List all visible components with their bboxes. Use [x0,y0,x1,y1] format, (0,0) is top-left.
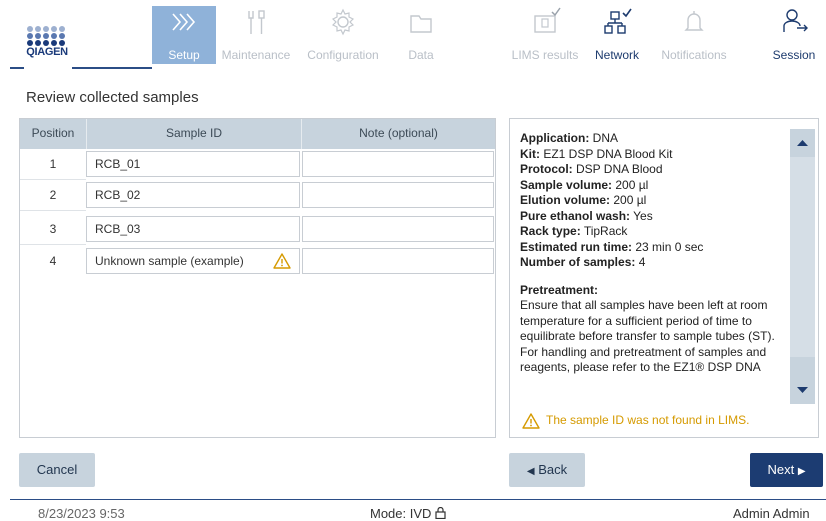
row-position: 1 [49,157,57,171]
qiagen-logo: QIAGEN [24,26,70,60]
sample-id-field[interactable]: RCB_03 [86,216,300,242]
application-line: Application: DNA [520,131,619,145]
table-row: 4 Unknown sample (example) [20,246,495,276]
note-field[interactable] [302,151,494,177]
samples-table: Position Sample ID Note (optional) 1 RCB… [19,118,496,438]
protocol-line: Protocol: DSP DNA Blood [520,162,663,176]
cancel-label: Cancel [36,462,78,477]
row-position: 2 [49,188,57,202]
nav-maintenance-label: Maintenance [221,48,291,62]
back-button[interactable]: ◀ Back [509,453,585,487]
header-line-left [10,67,24,69]
bell-icon [684,11,704,31]
protocol-info-panel: Application: DNA Kit: EZ1 DSP DNA Blood … [509,118,819,438]
footer-datetime: 8/23/2023 9:53 [38,506,125,521]
next-label: Next [767,462,795,477]
nav-notifications[interactable]: Notifications [654,6,734,64]
nav-data[interactable]: Data [396,6,446,64]
run-time-line: Estimated run time: 23 min 0 sec [520,239,704,254]
rack-type-line: Rack type: TipRack [520,224,628,238]
table-row: 1 RCB_01 [20,149,495,179]
nav-notifications-label: Notifications [661,48,727,62]
row-divider [20,244,86,245]
top-bar: QIAGEN Setup Maintenance Configuration D… [0,0,826,70]
header-sample-id: Sample ID [165,126,223,140]
table-row: 3 RCB_03 [20,214,495,244]
row-position: 4 [49,254,57,268]
nav-lims-results-label: LIMS results [511,48,579,62]
nav-setup-label: Setup [168,48,200,62]
row-position: 3 [49,222,57,236]
nav-configuration-label: Configuration [307,48,379,62]
caret-right-icon: ▶ [797,466,806,477]
nav-configuration[interactable]: Configuration [298,6,388,64]
elution-volume-line: Elution volume: 200 µl [520,193,647,207]
header-note: Note (optional) [359,126,438,140]
sample-id-field[interactable]: RCB_02 [86,182,300,208]
mode-text: Mode: IVD [370,506,432,521]
kit-line: Kit: EZ1 DSP DNA Blood Kit [520,146,673,161]
network-icon [604,8,632,34]
lims-check-icon [534,7,561,33]
warning-icon [273,253,291,269]
logo-text: QIAGEN [26,46,68,58]
chevrons-right-icon [172,13,196,31]
nav-session[interactable]: Session [766,6,822,64]
nav-session-label: Session [772,48,816,62]
tools-icon [248,10,265,34]
scroll-up-button[interactable] [790,129,815,157]
ethanol-wash-line: Pure ethanol wash: Yes [520,208,653,223]
page-title: Review collected samples [26,89,199,106]
nav-network[interactable]: Network [588,6,646,64]
footer-mode: Mode: IVD [370,506,446,521]
nav-data-label: Data [408,48,434,62]
sample-id-value: Unknown sample (example) [95,254,244,268]
triangle-down-icon [797,387,808,393]
cancel-button[interactable]: Cancel [19,453,95,487]
header-position: Position [31,126,75,140]
row-divider [20,210,86,211]
scroll-thumb[interactable] [790,157,815,357]
next-button[interactable]: Next ▶ [750,453,823,487]
nav-lims-results[interactable]: LIMS results [508,6,582,64]
note-field[interactable] [302,216,494,242]
footer-user: Admin Admin [733,506,810,521]
nav-maintenance[interactable]: Maintenance [218,6,294,64]
sample-volume-line: Sample volume: 200 µl [520,177,649,192]
lock-icon [435,506,446,520]
nav-setup[interactable]: Setup [152,6,216,64]
gear-icon [331,8,355,36]
header-line-right [72,67,152,69]
handling-text: For handling and pretreatment of samples… [520,344,767,375]
sample-count-line: Number of samples: 4 [520,255,646,269]
protocol-details: Application: DNA Kit: EZ1 DSP DNA Blood … [520,131,790,399]
logo-dots [27,26,67,46]
sample-id-field[interactable]: Unknown sample (example) [86,248,300,274]
lims-warning-text: The sample ID was not found in LIMS. [546,413,750,427]
table-row: 2 RCB_02 [20,180,495,210]
caret-left-icon: ◀ [526,466,535,477]
note-field[interactable] [302,182,494,208]
warning-icon [522,413,540,429]
footer-divider [10,499,826,500]
pretreatment-heading: Pretreatment: [520,282,599,297]
table-header: Position Sample ID Note (optional) [20,119,495,149]
note-field[interactable] [302,248,494,274]
nav-network-label: Network [594,48,639,62]
user-logout-icon [783,9,808,32]
scrollbar[interactable] [790,129,815,404]
folder-icon [410,15,432,33]
pretreatment-text: Ensure that all samples have been left a… [520,298,775,343]
lims-warning: The sample ID was not found in LIMS. [522,411,749,429]
triangle-up-icon [797,140,808,146]
sample-id-field[interactable]: RCB_01 [86,151,300,177]
scroll-down-button[interactable] [790,376,815,404]
back-label: Back [538,462,568,477]
